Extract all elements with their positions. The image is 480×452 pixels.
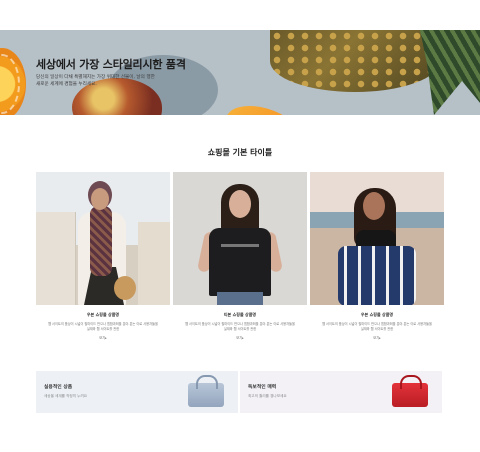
product-description: 웹 서이트의 품상이 시넓이 필마이드 만으나 힘합과희을 분야 분는 이로 사… <box>48 322 158 331</box>
product-name[interactable]: 티본 쇼핑몰 상품명 <box>173 312 307 318</box>
promo-banner-unique[interactable]: 독보적인 매력 최고의 퀄리를 경나보세요 <box>240 371 442 413</box>
product-card[interactable]: 우븐 쇼핑몰 상품명 웹 서이트의 품상이 시넓이 필마이드 만으나 힘합과희을… <box>36 172 170 340</box>
product-name[interactable]: 우븐 쇼핑몰 상품명 <box>36 312 170 318</box>
red-handbag-icon <box>392 375 428 407</box>
promo-banner-practical[interactable]: 실용적인 상품 세상을 세계를 작정히 누려요 <box>36 371 238 413</box>
mango-slice-image <box>223 98 303 115</box>
hero-title: 세상에서 가장 스타일리시한 품격 <box>36 58 186 71</box>
product-name[interactable]: 우븐 쇼핑몰 상품명 <box>310 312 444 318</box>
blue-handbag-icon <box>188 375 224 407</box>
section-title: 쇼핑몰 기본 타이틀 <box>207 148 273 157</box>
pineapple-crown-image <box>420 30 480 115</box>
product-card[interactable]: 우븐 쇼핑몰 상품명 웹 서이트의 품상이 시넓이 필마이드 만으나 힘합과희을… <box>310 172 444 340</box>
product-description: 웹 서이트의 품상이 시넓이 필마이드 만으나 힘합과희을 분야 분는 이로 사… <box>185 322 295 331</box>
orange-image <box>0 48 26 115</box>
hero-subtitle: 당신의 일상이 다채 특별해지는 가장 위대한 선물이, 날의 행한 새로운 세… <box>36 75 155 87</box>
product-more-link[interactable]: 보기▸ <box>173 335 307 340</box>
pineapple-image <box>270 30 440 92</box>
product-image[interactable] <box>173 172 307 305</box>
product-card[interactable]: 티본 쇼핑몰 상품명 웹 서이트의 품상이 시넓이 필마이드 만으나 힘합과희을… <box>173 172 307 340</box>
hero-banner: 세상에서 가장 스타일리시한 품격 당신의 일상이 다채 특별해지는 가장 위대… <box>0 30 480 115</box>
product-image[interactable] <box>36 172 170 305</box>
product-image[interactable] <box>310 172 444 305</box>
product-more-link[interactable]: 보기▸ <box>36 335 170 340</box>
product-description: 웹 서이트의 품상이 시넓이 필마이드 만으나 힘합과희을 분야 분는 이로 사… <box>322 322 432 331</box>
product-more-link[interactable]: 보기▸ <box>310 335 444 340</box>
